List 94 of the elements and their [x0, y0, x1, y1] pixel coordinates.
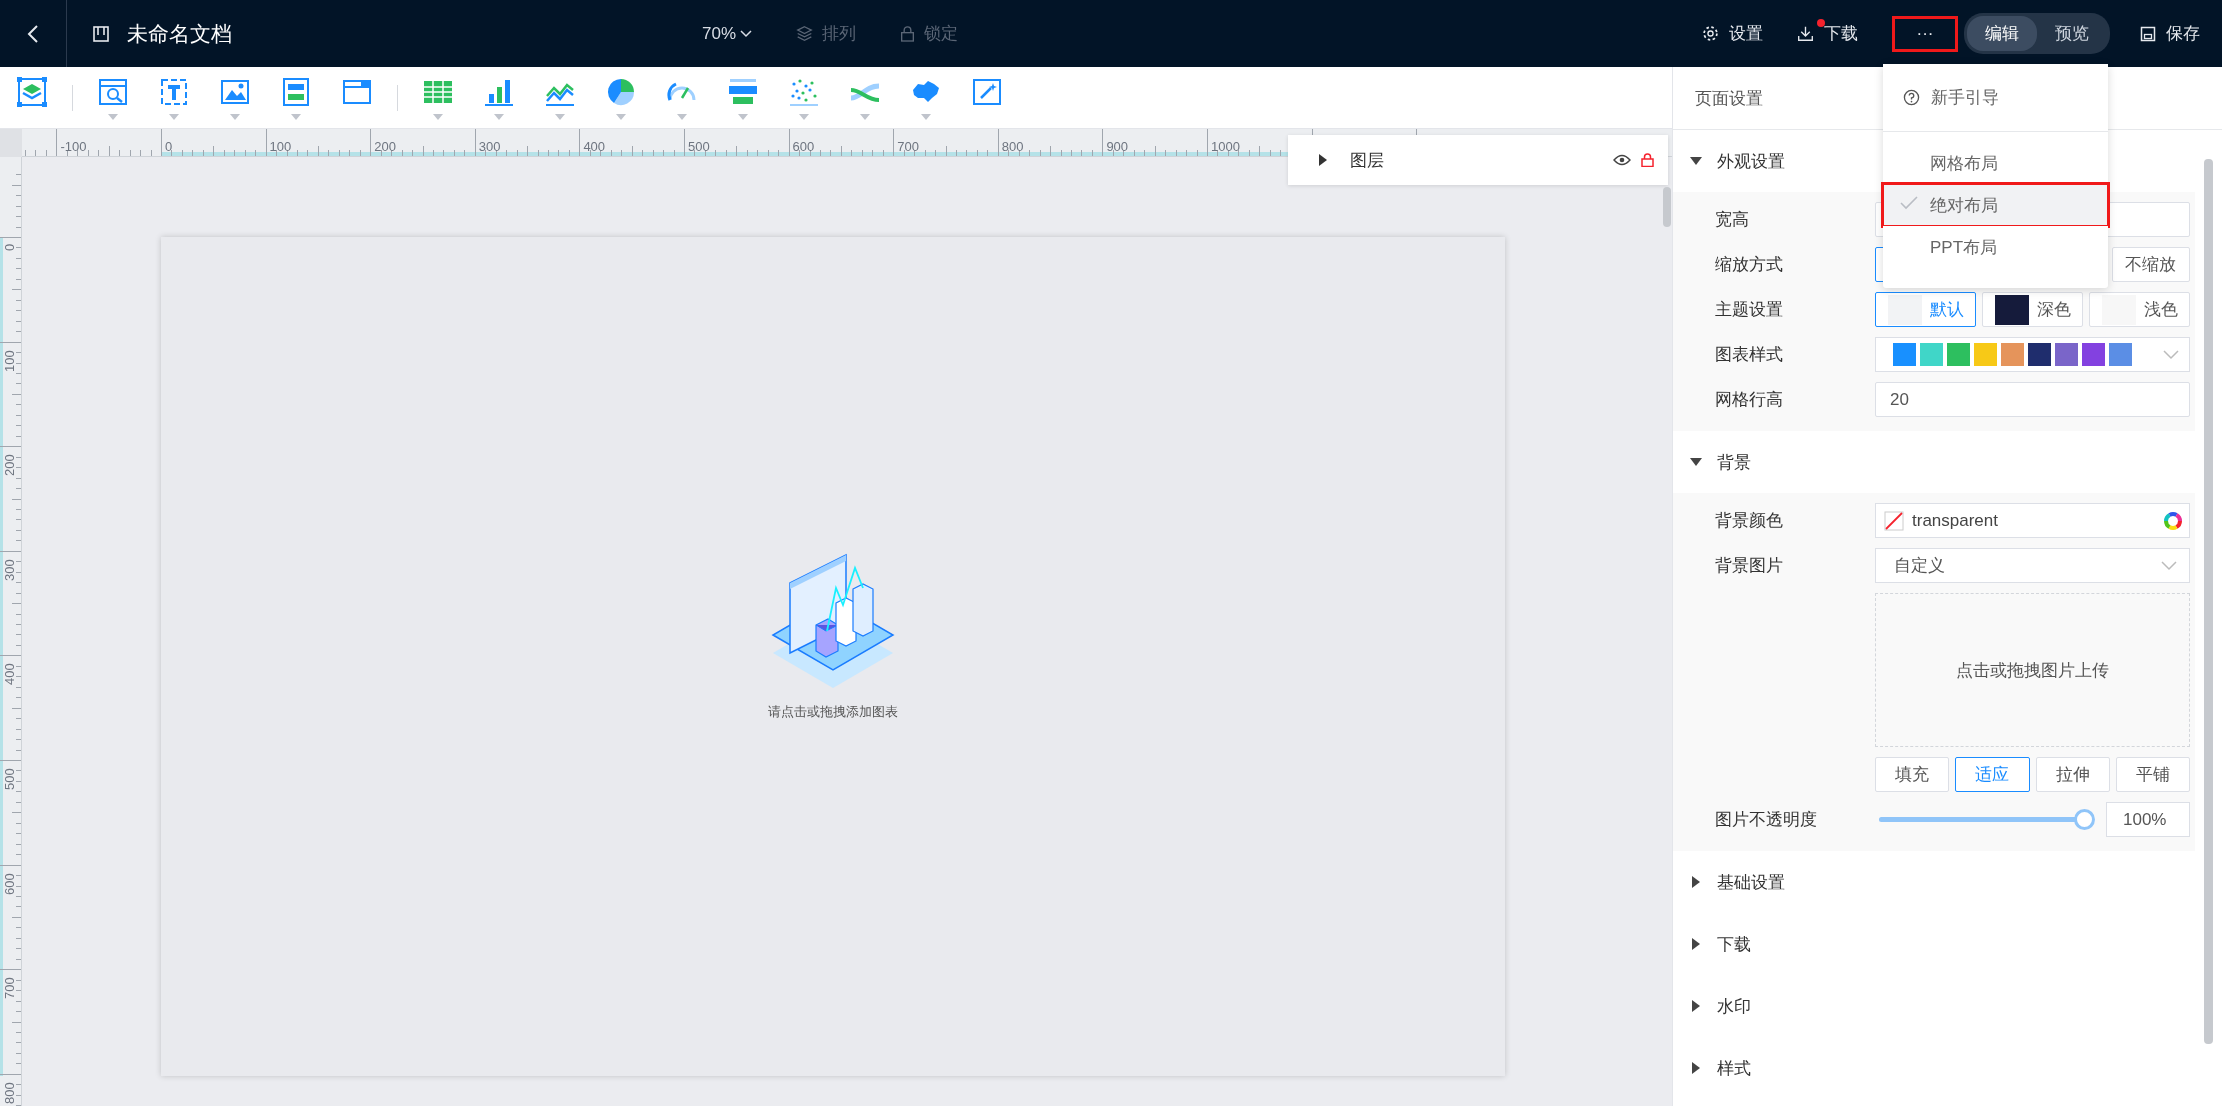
theme-button[interactable]: 深色 [1982, 292, 2083, 327]
field-label: 主题设置 [1715, 299, 1784, 321]
field-label: 图表样式 [1715, 344, 1784, 366]
board-icon [93, 25, 109, 42]
option-button[interactable]: 拉伸 [2035, 757, 2110, 792]
select-field[interactable]: 自定义 [1875, 548, 2190, 583]
check-icon [1900, 196, 1918, 210]
field-label: 网格行高 [1715, 389, 1784, 411]
field-label: 缩放方式 [1715, 254, 1784, 276]
ruler-label: 300 [478, 139, 501, 154]
caret-icon [920, 113, 932, 120]
menu-item[interactable]: 网格布局 [1883, 142, 2108, 184]
bar-shape [852, 582, 874, 637]
menu-item[interactable]: 绝对布局 [1883, 184, 2108, 226]
caret-icon [737, 113, 749, 120]
page-canvas[interactable]: 请点击或拖拽添加图表 [161, 237, 1505, 1076]
ruler-label: 600 [2, 872, 17, 895]
input-field[interactable]: 20 [1875, 382, 2190, 417]
ruler-label: 200 [374, 139, 396, 154]
caret-icon [676, 113, 688, 120]
color-wheel-icon[interactable] [2163, 510, 2183, 531]
theme-button[interactable]: 默认 [1875, 292, 1976, 327]
trend-line [826, 564, 864, 632]
help-icon [1903, 89, 1920, 106]
caret-icon [493, 113, 505, 120]
lock-icon [900, 25, 916, 42]
back-icon [27, 23, 39, 44]
ruler-label: 600 [792, 139, 815, 154]
caret-icon [107, 113, 119, 120]
caret-icon [615, 113, 627, 120]
settings-button[interactable]: 设置 [1702, 22, 1763, 45]
caret-icon [168, 113, 180, 120]
ruler-label: 800 [2, 1082, 17, 1104]
menu-item[interactable]: 新手引导 [1883, 64, 2108, 132]
chevron-down-icon [740, 29, 753, 38]
opacity-value[interactable]: 100% [2106, 802, 2190, 837]
settings-icon [1702, 25, 1719, 42]
no-color-icon [1884, 510, 1904, 531]
download-icon [1797, 25, 1814, 42]
color-value: transparent [1912, 510, 1998, 531]
field-label: 背景颜色 [1715, 510, 1784, 532]
layout-icon [280, 75, 312, 108]
empty-hint: 请点击或拖拽添加图表 [768, 702, 898, 721]
option-button[interactable]: 不缩放 [2111, 247, 2190, 282]
ruler-label: 100 [269, 139, 292, 154]
caret-icon [432, 113, 444, 120]
save-icon [2140, 25, 2156, 42]
chevron-down-icon [2163, 349, 2179, 360]
ruler-label: 500 [688, 139, 710, 154]
upload-area[interactable]: 点击或拖拽图片上传 [1875, 593, 2190, 747]
ruler-label: 700 [897, 139, 919, 154]
field-label: 图片不透明度 [1715, 809, 1818, 831]
option-button[interactable]: 平铺 [2115, 757, 2190, 792]
zoom-select[interactable]: 70% [702, 23, 753, 44]
expand-icon[interactable] [1318, 154, 1328, 166]
ruler-label: 500 [2, 768, 17, 790]
ruler-label: 200 [2, 454, 17, 477]
lock-icon[interactable] [1641, 153, 1654, 167]
layer-panel-title: 图层 [1350, 149, 1385, 172]
collapse-icon [1689, 456, 1703, 468]
ruler-label: 0 [2, 243, 17, 251]
field-label: 宽高 [1715, 209, 1750, 231]
mode-tab[interactable]: 预览 [2037, 16, 2107, 51]
ruler-label: 100 [2, 349, 17, 372]
ruler-label: -100 [60, 139, 87, 154]
collapse-icon [1689, 155, 1703, 167]
download-button[interactable]: 下载 [1797, 22, 1858, 45]
eye-icon[interactable] [1613, 154, 1631, 166]
caret-icon [290, 113, 302, 120]
ruler-label: 800 [1001, 139, 1024, 154]
caret-icon [554, 113, 566, 120]
theme-button[interactable]: 浅色 [2089, 292, 2190, 327]
option-button[interactable]: 填充 [1875, 757, 1950, 792]
ruler-label: 1000 [1211, 139, 1240, 154]
ruler-label: 400 [2, 663, 17, 686]
layers-icon [16, 75, 48, 108]
ruler-label: 900 [1106, 139, 1129, 154]
ruler-label: 300 [2, 559, 17, 581]
caret-icon [229, 113, 241, 120]
ruler-label: 0 [165, 139, 173, 154]
palette-select[interactable] [1875, 337, 2190, 372]
menu-item[interactable]: PPT布局 [1883, 226, 2108, 268]
field-label: 背景图片 [1715, 555, 1784, 577]
mode-tab[interactable]: 编辑 [1967, 16, 2037, 51]
save-button[interactable]: 保存 [2140, 22, 2200, 45]
chevron-down-icon [2161, 560, 2177, 571]
document-title: 未命名文档 [127, 20, 232, 47]
ruler-label: 700 [2, 977, 17, 1000]
caret-icon [798, 113, 810, 120]
color-field[interactable]: transparent [1875, 503, 2190, 538]
ruler-label: 400 [583, 139, 606, 154]
caret-icon [859, 113, 871, 120]
more-button[interactable]: ··· [1892, 15, 1958, 52]
stack-icon [796, 25, 814, 42]
